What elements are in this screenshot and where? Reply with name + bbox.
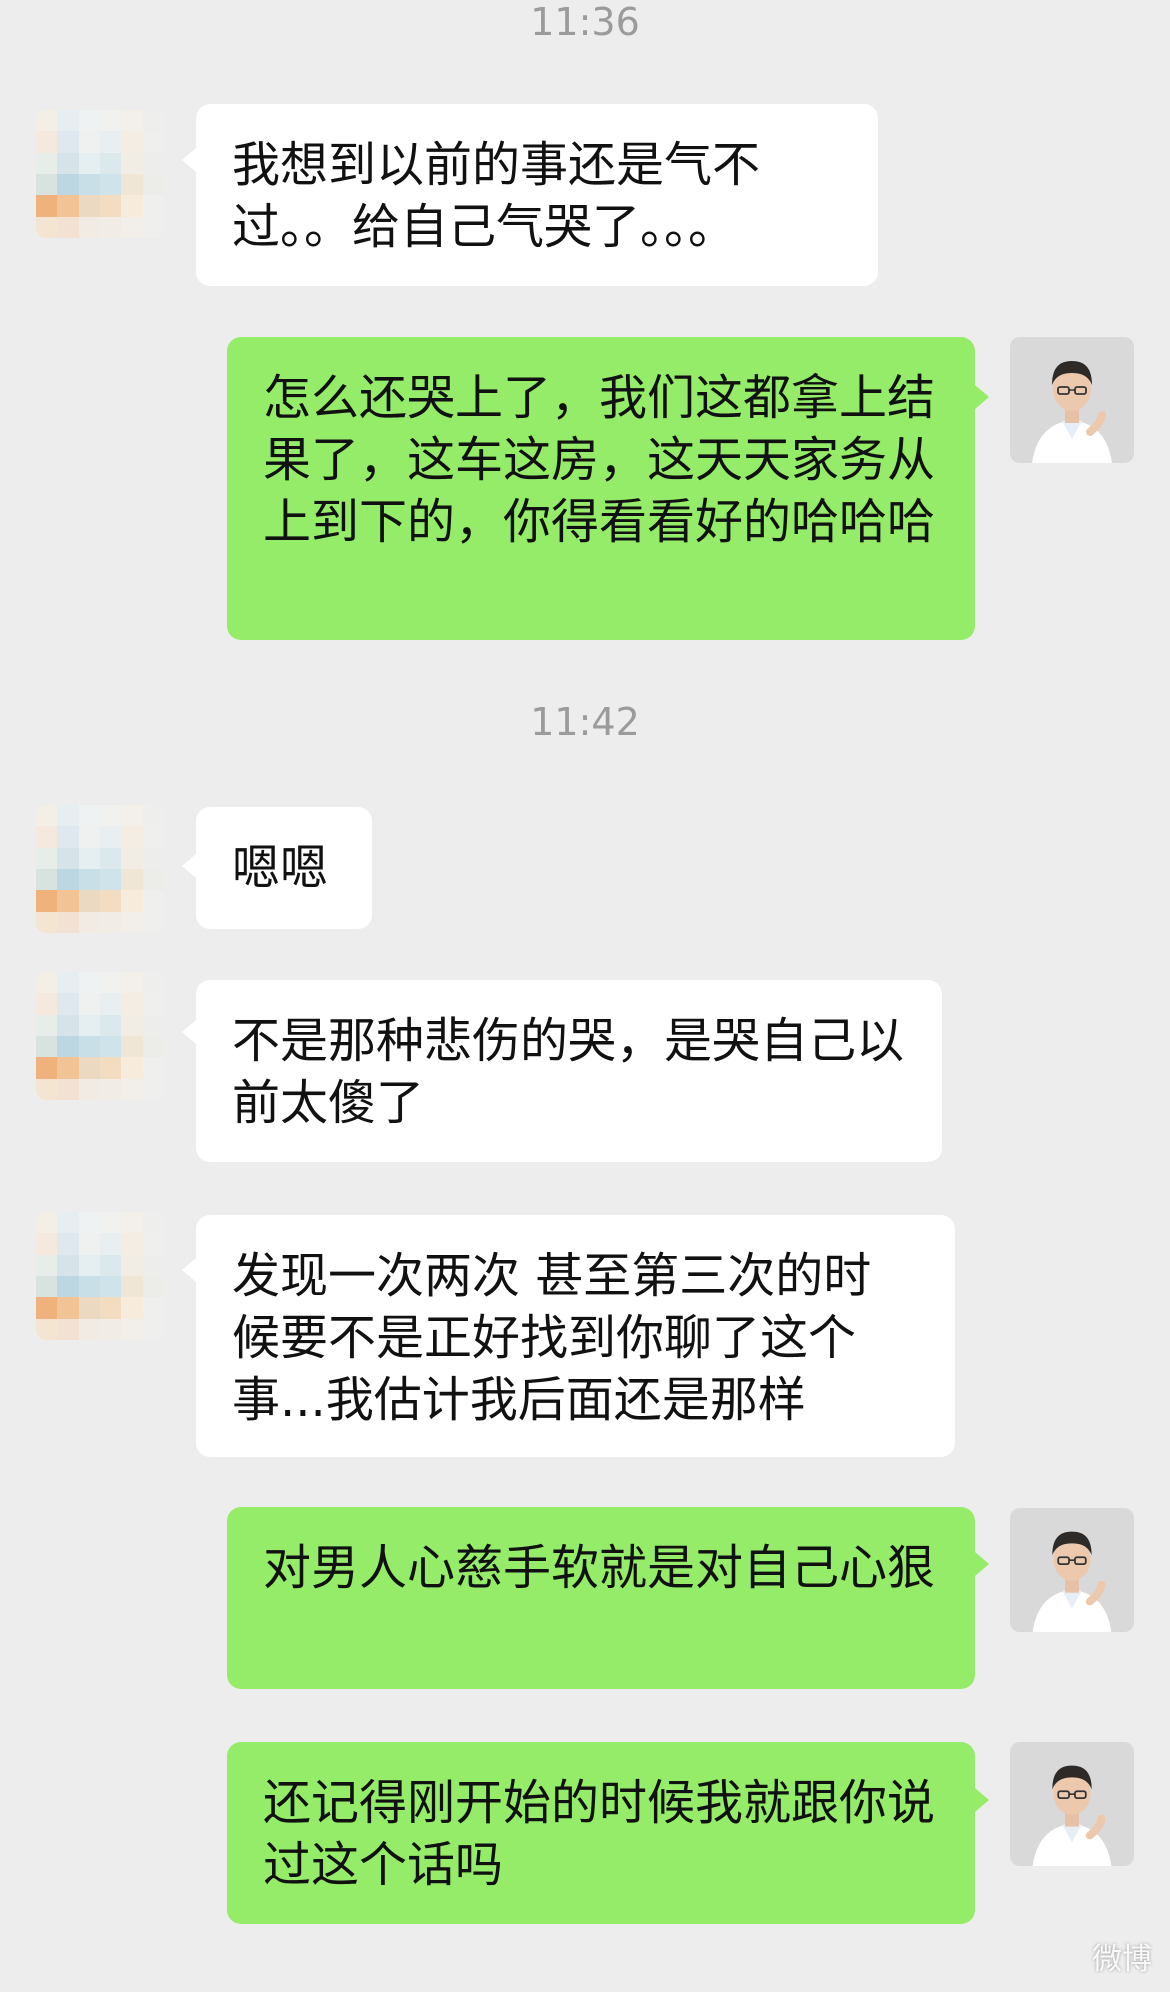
bubble-tail xyxy=(975,1552,989,1576)
bubble-tail xyxy=(182,1020,196,1044)
contact-avatar[interactable] xyxy=(36,1212,164,1340)
outgoing-message[interactable]: 还记得刚开始的时候我就跟你说过这个话吗 xyxy=(227,1742,975,1924)
self-avatar[interactable] xyxy=(1010,337,1134,463)
timestamp: 11:36 xyxy=(530,0,640,44)
contact-avatar[interactable] xyxy=(36,110,164,238)
bubble-tail xyxy=(182,148,196,172)
person-avatar-icon xyxy=(1010,1508,1134,1632)
contact-avatar[interactable] xyxy=(36,805,164,933)
outgoing-message[interactable]: 怎么还哭上了，我们这都拿上结果了，这车这房，这天天家务从上到下的，你得看看好的哈… xyxy=(227,337,975,640)
bubble-tail xyxy=(975,385,989,409)
self-avatar[interactable] xyxy=(1010,1742,1134,1866)
watermark: 微博 xyxy=(1092,1942,1152,1977)
incoming-message[interactable]: 嗯嗯 xyxy=(196,807,372,929)
incoming-message[interactable]: 发现一次两次 甚至第三次的时候要不是正好找到你聊了这个事...我估计我后面还是那… xyxy=(196,1215,955,1457)
person-avatar-icon xyxy=(1010,337,1134,463)
outgoing-message[interactable]: 对男人心慈手软就是对自己心狠 xyxy=(227,1507,975,1689)
bubble-tail xyxy=(182,1258,196,1282)
timestamp: 11:42 xyxy=(530,700,640,744)
incoming-message[interactable]: 不是那种悲伤的哭，是哭自己以前太傻了 xyxy=(196,980,942,1162)
person-avatar-icon xyxy=(1010,1742,1134,1866)
bubble-tail xyxy=(182,854,196,878)
contact-avatar[interactable] xyxy=(36,972,164,1100)
bubble-tail xyxy=(975,1788,989,1812)
incoming-message[interactable]: 我想到以前的事还是气不过。。给自己气哭了。。。 xyxy=(196,104,878,286)
self-avatar[interactable] xyxy=(1010,1508,1134,1632)
